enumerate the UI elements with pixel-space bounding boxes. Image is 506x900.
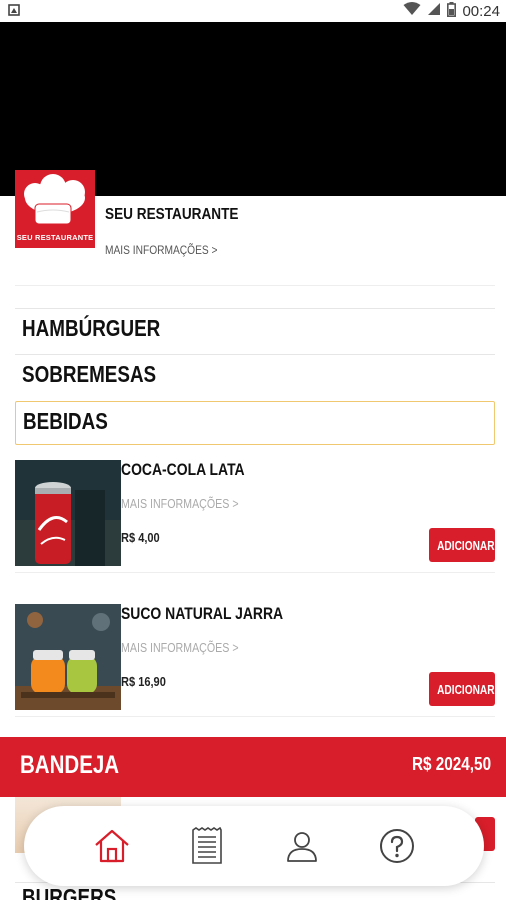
- tray-bar[interactable]: BANDEJA R$ 2024,50: [0, 737, 506, 797]
- product-more-info-link[interactable]: MAIS INFORMAÇÕES >: [121, 496, 239, 511]
- logo-caption: SEU RESTAURANTE: [16, 233, 94, 242]
- product-image: [15, 460, 121, 566]
- wifi-icon: [403, 2, 421, 20]
- status-bar: 00:24: [0, 0, 506, 22]
- restaurant-logo: SEU RESTAURANTE: [15, 170, 95, 248]
- tray-total: R$ 2024,50: [411, 754, 491, 774]
- help-icon: [379, 829, 414, 863]
- add-button-label: ADICIONAR: [437, 681, 495, 697]
- add-button[interactable]: ADICIONAR: [429, 528, 495, 562]
- nav-orders-button[interactable]: [184, 823, 230, 869]
- divider: [15, 572, 495, 573]
- add-button[interactable]: ADICIONAR: [429, 672, 495, 706]
- battery-icon: [447, 1, 457, 21]
- product-card: COCA-COLA LATA MAIS INFORMAÇÕES > R$ 4,0…: [15, 460, 495, 573]
- category-burgers[interactable]: BURGERS: [22, 884, 116, 900]
- product-price: R$ 4,00: [121, 530, 160, 545]
- divider: [15, 285, 495, 286]
- restaurant-more-info-link[interactable]: MAIS INFORMAÇÕES >: [105, 243, 218, 257]
- category-hamburguer[interactable]: HAMBÚRGUER: [15, 308, 495, 352]
- category-label: HAMBÚRGUER: [22, 315, 161, 341]
- product-more-info-link[interactable]: MAIS INFORMAÇÕES >: [121, 640, 239, 655]
- product-card: SUCO NATURAL JARRA MAIS INFORMAÇÕES > R$…: [15, 604, 495, 717]
- add-button-label: ADICIONAR: [437, 537, 495, 553]
- category-label: SOBREMESAS: [22, 361, 157, 387]
- product-price: R$ 16,90: [121, 674, 166, 689]
- user-icon: [286, 832, 317, 862]
- signal-icon: [427, 2, 441, 20]
- nav-help-button[interactable]: [374, 823, 420, 869]
- chef-hat-icon: [24, 174, 85, 225]
- nav-profile-button[interactable]: [279, 823, 325, 869]
- bottom-navigation: [24, 806, 484, 886]
- notification-icon: [8, 3, 20, 20]
- home-icon: [94, 829, 129, 863]
- tray-label: BANDEJA: [20, 751, 120, 779]
- product-name: COCA-COLA LATA: [121, 460, 245, 479]
- product-image: [15, 604, 121, 710]
- category-sobremesas[interactable]: SOBREMESAS: [15, 354, 495, 398]
- receipt-icon: [191, 827, 222, 864]
- divider: [15, 716, 495, 717]
- category-label: BEBIDAS: [23, 408, 108, 434]
- category-bebidas[interactable]: BEBIDAS: [15, 401, 495, 445]
- restaurant-name: SEU RESTAURANTE: [105, 206, 239, 223]
- product-name: SUCO NATURAL JARRA: [121, 604, 284, 623]
- status-time: 00:24: [462, 2, 500, 20]
- nav-home-button[interactable]: [89, 823, 135, 869]
